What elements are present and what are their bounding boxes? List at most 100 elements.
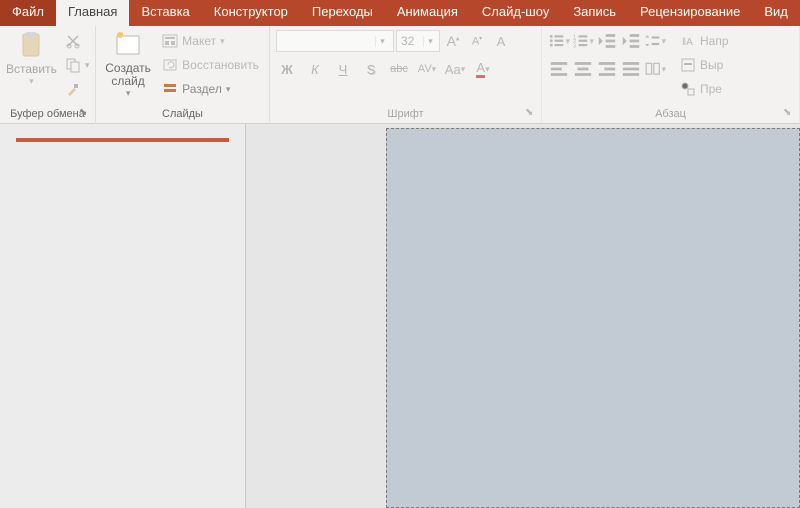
- eraser-icon: A: [497, 34, 506, 49]
- slide-placeholder[interactable]: [386, 128, 800, 508]
- paste-label: Вставить: [6, 62, 57, 76]
- font-size-input[interactable]: [397, 34, 423, 48]
- grow-font-icon: A▴: [447, 33, 460, 49]
- tab-design[interactable]: Конструктор: [202, 0, 300, 26]
- slide-thumbnail-pane[interactable]: [0, 124, 246, 508]
- text-direction-button[interactable]: ‖A Напр: [676, 30, 733, 52]
- shrink-font-button[interactable]: A▾: [466, 30, 488, 52]
- bold-button[interactable]: Ж: [276, 58, 298, 80]
- font-launcher[interactable]: ⬊: [525, 108, 537, 120]
- chevron-down-icon: ▾: [375, 36, 389, 47]
- align-left-button[interactable]: [548, 58, 570, 80]
- slide-canvas[interactable]: [246, 124, 800, 508]
- new-slide-button[interactable]: Создать слайд ▾: [102, 30, 154, 99]
- tab-animations[interactable]: Анимация: [385, 0, 470, 26]
- align-center-button[interactable]: [572, 58, 594, 80]
- underline-icon: Ч: [339, 62, 348, 77]
- tab-home[interactable]: Главная: [56, 0, 129, 26]
- shadow-icon: S: [367, 62, 376, 77]
- reset-icon: [162, 57, 178, 73]
- font-name-combo[interactable]: ▾: [276, 30, 394, 52]
- grow-font-button[interactable]: A▴: [442, 30, 464, 52]
- font-name-input[interactable]: [277, 34, 375, 48]
- shadow-button[interactable]: S: [360, 58, 382, 80]
- font-color-icon: A: [476, 60, 485, 78]
- align-left-icon: [548, 58, 570, 80]
- change-case-button[interactable]: Aa: [444, 58, 466, 80]
- tab-transitions[interactable]: Переходы: [300, 0, 385, 26]
- indent-icon: [620, 30, 642, 52]
- italic-button[interactable]: К: [304, 58, 326, 80]
- paste-button[interactable]: Вставить ▾: [6, 30, 57, 87]
- justify-button[interactable]: [620, 58, 642, 80]
- font-size-combo[interactable]: ▾: [396, 30, 440, 52]
- group-paragraph-label: Абзац: [542, 106, 799, 124]
- text-direction-label: Напр: [700, 34, 729, 48]
- paragraph-launcher[interactable]: ⬊: [783, 108, 795, 120]
- tab-insert[interactable]: Вставка: [129, 0, 201, 26]
- layout-button[interactable]: Макет: [158, 30, 263, 52]
- columns-button[interactable]: [644, 58, 666, 80]
- bold-icon: Ж: [281, 62, 293, 77]
- group-clipboard: Вставить ▾ ▾ Буфер обмена ⬊: [0, 26, 96, 124]
- tab-slideshow[interactable]: Слайд-шоу: [470, 0, 561, 26]
- workspace: [0, 124, 800, 508]
- smartart-icon: [680, 81, 696, 97]
- group-slides-label: Слайды: [96, 106, 269, 124]
- group-font-label: Шрифт: [270, 106, 541, 124]
- tab-record[interactable]: Запись: [561, 0, 628, 26]
- svg-text:3: 3: [573, 44, 576, 50]
- line-spacing-button[interactable]: [644, 30, 666, 52]
- group-slides: Создать слайд ▾ Макет Восстановить Разде…: [96, 26, 270, 124]
- align-right-button[interactable]: [596, 58, 618, 80]
- layout-label: Макет: [182, 34, 216, 48]
- thumbnail-insertion-cursor: [16, 138, 229, 142]
- ribbon-tabstrip: Файл Главная Вставка Конструктор Переход…: [0, 0, 800, 26]
- copy-icon: [65, 57, 81, 73]
- text-direction-icon: ‖A: [680, 33, 696, 49]
- svg-text:‖A: ‖A: [682, 37, 693, 48]
- convert-smartart-button[interactable]: Пре: [676, 78, 733, 100]
- copy-button[interactable]: ▾: [61, 54, 94, 76]
- strike-button[interactable]: abc: [388, 58, 410, 80]
- ribbon: Вставить ▾ ▾ Буфер обмена ⬊ Создать слай…: [0, 26, 800, 124]
- group-font: ▾ ▾ A▴ A▾ A Ж К Ч S abc AV Aa A Шр: [270, 26, 542, 124]
- align-text-button[interactable]: Выр: [676, 54, 733, 76]
- tab-view[interactable]: Вид: [752, 0, 800, 26]
- section-label: Раздел: [182, 82, 222, 96]
- line-spacing-icon: [644, 32, 661, 49]
- decrease-indent-button[interactable]: [596, 30, 618, 52]
- cut-button[interactable]: [61, 30, 94, 52]
- justify-icon: [620, 58, 642, 80]
- clipboard-icon: [14, 30, 48, 60]
- outdent-icon: [596, 30, 618, 52]
- clipboard-launcher[interactable]: ⬊: [79, 108, 91, 120]
- chevron-down-icon: ▾: [423, 36, 437, 47]
- strike-icon: abc: [390, 63, 408, 75]
- reset-label: Восстановить: [182, 58, 259, 72]
- layout-icon: [162, 33, 178, 49]
- format-painter-button[interactable]: [61, 78, 94, 100]
- group-paragraph: 123 ‖A Напр Выр Пре Абзац ⬊: [542, 26, 800, 124]
- underline-button[interactable]: Ч: [332, 58, 354, 80]
- clear-formatting-button[interactable]: A: [490, 30, 512, 52]
- paintbrush-icon: [65, 81, 81, 97]
- font-color-button[interactable]: A: [472, 58, 494, 80]
- new-slide-label: Создать слайд: [105, 62, 151, 88]
- reset-button[interactable]: Восстановить: [158, 54, 263, 76]
- new-slide-icon: [111, 30, 145, 60]
- tab-review[interactable]: Рецензирование: [628, 0, 752, 26]
- section-icon: [162, 81, 178, 97]
- columns-icon: [644, 60, 661, 77]
- numbering-button[interactable]: 123: [572, 30, 594, 52]
- numbering-icon: 123: [572, 32, 589, 49]
- scissors-icon: [65, 33, 81, 49]
- align-text-icon: [680, 57, 696, 73]
- bullets-button[interactable]: [548, 30, 570, 52]
- increase-indent-button[interactable]: [620, 30, 642, 52]
- char-spacing-button[interactable]: AV: [416, 58, 438, 80]
- tab-file[interactable]: Файл: [0, 0, 56, 26]
- bullets-icon: [548, 32, 565, 49]
- section-button[interactable]: Раздел: [158, 78, 263, 100]
- spacing-icon: AV: [418, 63, 432, 75]
